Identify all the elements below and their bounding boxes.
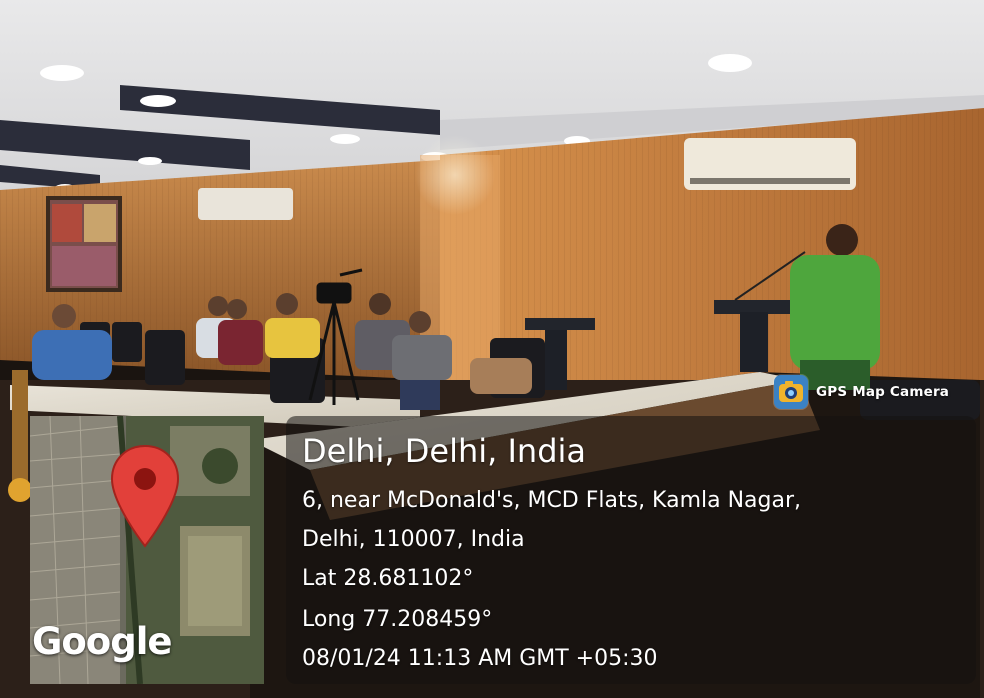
air-conditioner-left	[198, 188, 293, 220]
bag	[470, 358, 532, 394]
gps-map-camera-icon	[774, 375, 808, 409]
location-title: Delhi, Delhi, India	[302, 432, 586, 470]
address-line-2: Delhi, 110007, India	[302, 527, 525, 552]
address-line-1: 6, near McDonald's, MCD Flats, Kamla Nag…	[302, 488, 802, 513]
map-pin-icon	[110, 444, 180, 548]
timestamp-text: 08/01/24 11:13 AM GMT +05:30	[302, 646, 658, 671]
google-logo: Google	[32, 620, 172, 663]
latitude-text: Lat 28.681102°	[302, 566, 474, 591]
gps-map-camera-badge: GPS Map Camera	[774, 374, 970, 410]
map-thumbnail: Google	[30, 416, 264, 684]
gps-map-camera-label: GPS Map Camera	[816, 384, 950, 400]
longitude-text: Long 77.208459°	[302, 607, 493, 632]
